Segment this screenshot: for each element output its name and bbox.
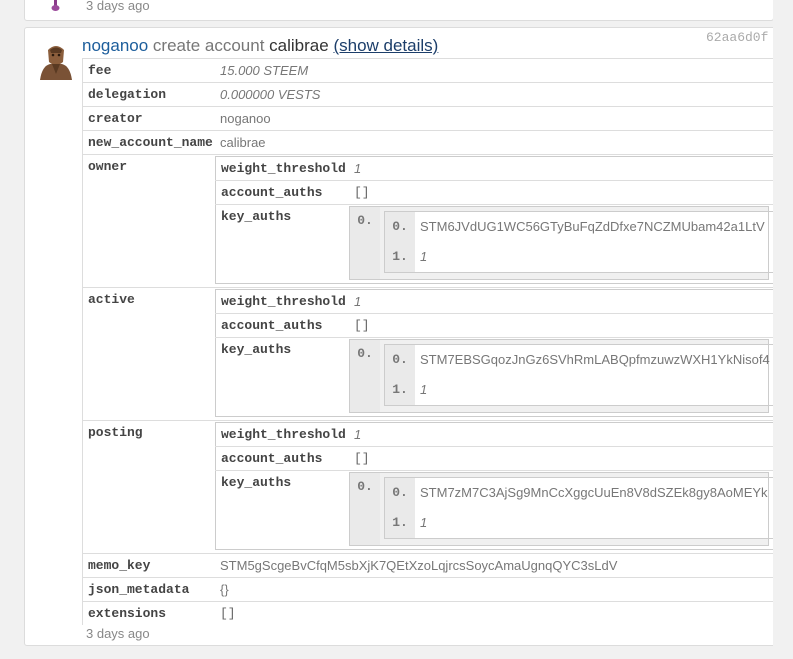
field-key: json_metadata [82,577,215,602]
key-auths-array: 0. 0. STM7zM7C3AjSg9MnCcXggcUuEn8V8dSZEk… [349,472,773,546]
authority-table: weight_threshold 1 account_auths [] key_… [215,289,773,417]
authority-key: weight_threshold [221,294,346,309]
weight-threshold-value: 1 [354,294,362,309]
key-weight: 1 [420,382,428,397]
user-avatar-icon[interactable] [48,0,62,12]
field-value: calibrae [215,130,773,155]
account-auths-value: [] [349,446,773,471]
array-index: 1. [384,375,415,406]
authority-key: weight_threshold [221,427,346,442]
key-auth-pair: 0. STM7EBSGqozJnGz6SVhRmLABQpfmzuwzWXH1Y… [384,344,773,406]
weight-threshold-value: 1 [354,427,362,442]
operation-headline: noganoo create account calibrae (show de… [82,36,438,56]
array-index: 0. [384,344,415,375]
field-row-creator: creator noganoo [82,106,773,131]
show-details-link[interactable]: (show details) [333,36,438,55]
field-value: [] [215,601,773,625]
key-auth-pair: 0. STM7zM7C3AjSg9MnCcXggcUuEn8V8dSZEk8gy… [384,477,773,539]
key-auths-array: 0. 0. STM6JVdUG1WC56GTyBuFqZdDfxe7NCZMUb… [349,206,773,280]
field-row-active: active weight_threshold 1 account_auths … [82,287,773,421]
authority-key: weight_threshold [221,161,346,176]
field-value: STM5gScgeBvCfqM5sbXjK7QEtXzoLqjrcsSoycAm… [215,553,773,578]
field-row-delegation: delegation 0.000000 VESTS [82,82,773,107]
transaction-hash[interactable]: 62aa6d0f [706,30,768,45]
weight-threshold-value: 1 [354,161,362,176]
page-clipper: 3 days ago noganoo create account calibr… [0,0,773,659]
field-key: new_account_name [82,130,215,155]
user-avatar-icon[interactable] [36,40,76,80]
field-key: fee [82,58,215,83]
field-row-posting: posting weight_threshold 1 account_auths… [82,420,773,554]
field-row-memo-key: memo_key STM5gScgeBvCfqM5sbXjK7QEtXzoLqj… [82,553,773,578]
new-account-name: calibrae [269,36,329,55]
field-key: extensions [82,601,215,625]
field-value: 15.000 STEEM [215,58,773,83]
key-auth-pair: 0. STM6JVdUG1WC56GTyBuFqZdDfxe7NCZMUbam4… [384,211,773,273]
array-index: 0. [349,206,380,280]
field-key: owner [82,154,215,288]
field-key: active [82,287,215,421]
authority-key: key_auths [215,337,349,417]
key-auths-array: 0. 0. STM7EBSGqozJnGz6SVhRmLABQpfmzuwzWX… [349,339,773,413]
authority-key: key_auths [215,204,349,284]
field-row-json-metadata: json_metadata {} [82,577,773,602]
array-index: 0. [349,472,380,546]
array-index: 0. [384,477,415,508]
field-key: creator [82,106,215,131]
field-key: delegation [82,82,215,107]
authority-key: account_auths [215,180,349,205]
field-value: {} [215,577,773,602]
public-key: STM6JVdUG1WC56GTyBuFqZdDfxe7NCZMUbam42a1… [420,219,765,234]
operation-timestamp: 3 days ago [86,626,150,641]
public-key: STM7EBSGqozJnGz6SVhRmLABQpfmzuwzWXH1YkNi… [420,352,770,367]
authority-table: weight_threshold 1 account_auths [] key_… [215,422,773,550]
field-value: noganoo [215,106,773,131]
array-index: 0. [349,339,380,413]
field-key: memo_key [82,553,215,578]
authority-table: weight_threshold 1 account_auths [] key_… [215,156,773,284]
authority-key: account_auths [215,446,349,471]
key-weight: 1 [420,515,428,530]
field-row-extensions: extensions [] [82,601,773,625]
public-key: STM7zM7C3AjSg9MnCcXggcUuEn8V8dSZEk8gy8Ao… [420,485,768,500]
array-index: 0. [384,211,415,242]
field-row-new-account-name: new_account_name calibrae [82,130,773,155]
array-index: 1. [384,242,415,273]
key-weight: 1 [420,249,428,264]
account-auths-value: [] [349,180,773,205]
field-value: 0.000000 VESTS [215,82,773,107]
field-row-owner: owner weight_threshold 1 account_auths [… [82,154,773,288]
operation-details-table: fee 15.000 STEEM delegation 0.000000 VES… [82,58,773,625]
creator-link[interactable]: noganoo [82,36,148,55]
operation-action: create account [152,36,265,55]
field-key: posting [82,420,215,554]
previous-operation-timestamp: 3 days ago [86,0,150,13]
authority-key: key_auths [215,470,349,550]
array-index: 1. [384,508,415,539]
field-row-fee: fee 15.000 STEEM [82,58,773,83]
account-auths-value: [] [349,313,773,338]
authority-key: account_auths [215,313,349,338]
